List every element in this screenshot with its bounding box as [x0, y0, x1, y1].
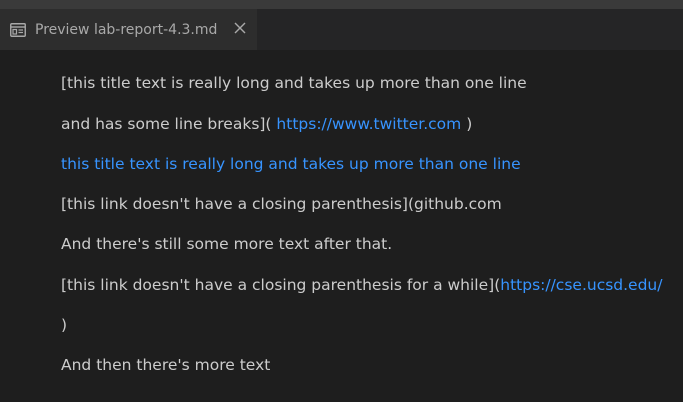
twitter-link[interactable]: https://www.twitter.com	[276, 115, 461, 133]
preview-line: and has some line breaks]( https://www.t…	[61, 114, 472, 134]
preview-line: [this title text is really long and take…	[61, 73, 527, 93]
line-text: )	[466, 115, 473, 133]
title-link[interactable]: this title text is really long and takes…	[61, 155, 521, 173]
title-bar-strip	[0, 0, 683, 9]
preview-line: [this link doesn't have a closing parent…	[61, 275, 662, 295]
line-text: And then there's more text	[61, 356, 271, 374]
line-text: [this title text is really long and take…	[61, 74, 527, 92]
tab-preview[interactable]: Preview lab-report-4.3.md	[0, 9, 257, 50]
tab-bar: Preview lab-report-4.3.md	[0, 9, 683, 50]
preview-line: And there's still some more text after t…	[61, 234, 392, 254]
line-text: and has some line breaks](	[61, 115, 272, 133]
preview-line: [this link doesn't have a closing parent…	[61, 194, 502, 214]
line-text: [this link doesn't have a closing parent…	[61, 276, 501, 294]
preview-line: )	[61, 315, 67, 335]
preview-icon	[10, 22, 26, 37]
tab-title: Preview lab-report-4.3.md	[35, 21, 218, 38]
preview-line: this title text is really long and takes…	[61, 154, 521, 174]
line-text: And there's still some more text after t…	[61, 235, 393, 253]
close-icon[interactable]	[232, 20, 248, 36]
ucsd-link[interactable]: https://cse.ucsd.edu/	[500, 276, 662, 294]
preview-line: And then there's more text	[61, 355, 270, 375]
line-text: )	[61, 316, 68, 334]
line-text: [this link doesn't have a closing parent…	[61, 195, 502, 213]
